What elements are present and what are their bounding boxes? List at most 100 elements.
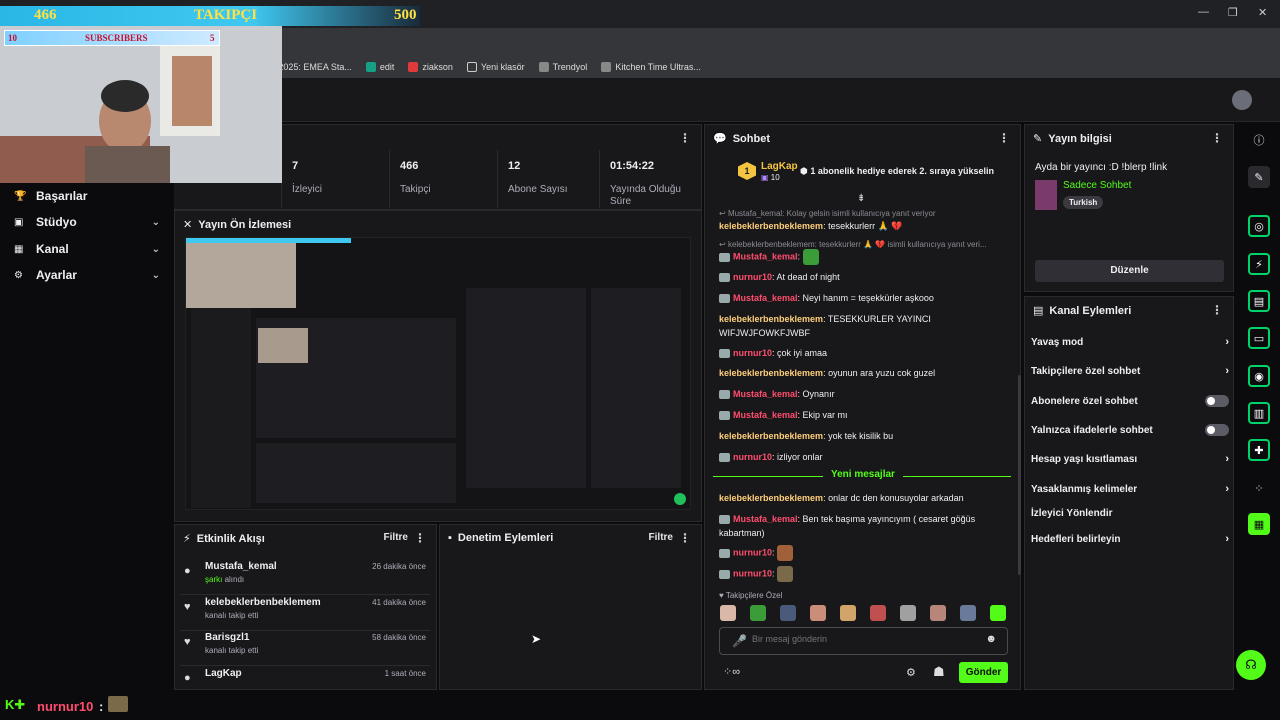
emote-icon[interactable] [870, 605, 886, 621]
chat-input[interactable] [752, 634, 972, 644]
category-name[interactable]: Sadece Sohbet [1063, 180, 1131, 191]
channel-actions-menu-icon[interactable]: ⋮ [1211, 303, 1223, 317]
chevron-right-icon[interactable]: › [1225, 336, 1229, 348]
chat-username[interactable]: kelebeklerbenbeklemem [719, 493, 823, 503]
activity-user[interactable]: LagKap [205, 668, 242, 679]
send-button[interactable]: Gönder [959, 662, 1008, 683]
channel-action-row[interactable]: İzleyici Yönlendir [1031, 508, 1229, 519]
stats-menu-icon[interactable]: ⋮ [679, 131, 691, 145]
chat-username[interactable]: nurnur10 [733, 348, 772, 358]
channel-action-row[interactable]: Hedefleri belirleyin › [1031, 533, 1229, 545]
pencil-icon[interactable]: ✎ [1248, 166, 1270, 188]
activity-item[interactable]: ♥ kelebeklerbenbeklemem 41 dakika önce kana… [180, 597, 430, 631]
points-icon[interactable]: ⁘∞ [723, 665, 740, 678]
emote-icon[interactable] [810, 605, 826, 621]
channel-action-row[interactable]: Yasaklanmış kelimeler › [1031, 483, 1229, 495]
maximize-icon[interactable]: ❐ [1228, 6, 1238, 19]
chat-username[interactable]: nurnur10 [733, 272, 772, 282]
chat-message[interactable]: nurnur10: At dead of night [719, 270, 1011, 284]
chat-settings-icon[interactable]: ⚙ [906, 666, 916, 679]
chevron-right-icon[interactable]: › [1225, 483, 1229, 495]
chat-username[interactable]: nurnur10 [733, 452, 772, 462]
chat-message[interactable]: kelebeklerbenbeklemem: TESEKKURLER YAYIN… [719, 312, 1011, 340]
chat-message[interactable]: nurnur10: [719, 566, 1011, 582]
bookmark-item[interactable]: edit [365, 62, 394, 72]
activity-menu-icon[interactable]: ⋮ [414, 531, 426, 545]
emote-icon[interactable] [780, 605, 796, 621]
activity-item[interactable]: ● LagKap 1 saat önce [180, 668, 430, 690]
chevron-right-icon[interactable]: › [1225, 365, 1229, 377]
chat-username[interactable]: Mustafa_kemal [733, 410, 798, 420]
activity-filter-button[interactable]: Filtre [384, 532, 408, 543]
minimize-icon[interactable]: — [1198, 6, 1209, 18]
lightning-icon[interactable]: ⚡ [1248, 253, 1270, 275]
chat-message[interactable]: Mustafa_kemal: Oynanır [719, 387, 1011, 401]
moderation-menu-icon[interactable]: ⋮ [679, 531, 691, 545]
chat-username[interactable]: kelebeklerbenbeklemem [719, 431, 823, 441]
emote-icon[interactable] [990, 605, 1006, 621]
chat-username[interactable]: nurnur10 [733, 547, 772, 557]
chat-username[interactable]: kelebeklerbenbeklemem [719, 314, 823, 324]
sidebar-item-2[interactable]: ▦ Kanal ⌄ [14, 242, 160, 256]
collapse-icon[interactable]: ⇟ [857, 193, 865, 204]
pinned-user[interactable]: LagKap [761, 161, 798, 172]
emoji-icon[interactable]: ☻ [985, 633, 997, 645]
chat-input-box[interactable]: 🎤 ☻ [719, 627, 1008, 655]
activity-item[interactable]: ♥ Barisgzl1 58 dakika önce kanalı takip ett… [180, 632, 430, 666]
channel-action-row[interactable]: Yalnızca ifadelerle sohbet [1031, 424, 1229, 436]
chat-username[interactable]: Mustafa_kemal [733, 293, 798, 303]
layout-icon[interactable]: ▥ [1248, 402, 1270, 424]
sidebar-item-0[interactable]: 🏆 Başarılar [14, 189, 160, 203]
clapper-icon[interactable]: ▦ [1248, 513, 1270, 535]
channel-action-row[interactable]: Yavaş mod › [1031, 336, 1229, 348]
chat-message[interactable]: kelebeklerbenbeklemem: oyunun ara yuzu c… [719, 366, 1011, 380]
channel-action-row[interactable]: Abonelere özel sohbet [1031, 395, 1229, 407]
chat-message[interactable]: nurnur10: izliyor onlar [719, 450, 1011, 464]
chevron-right-icon[interactable]: › [1225, 533, 1229, 545]
emote-icon[interactable] [930, 605, 946, 621]
activity-user[interactable]: kelebeklerbenbeklemem [205, 597, 321, 608]
chat-username[interactable]: kelebeklerbenbeklemem [719, 368, 823, 378]
user-avatar[interactable] [1232, 90, 1252, 110]
chat-message[interactable]: Mustafa_kemal: [719, 249, 1011, 265]
emote-icon[interactable] [840, 605, 856, 621]
toggle-switch[interactable] [1205, 395, 1229, 407]
microphone-icon[interactable]: 🎤 [732, 634, 747, 648]
chat-username[interactable]: Mustafa_kemal [733, 389, 798, 399]
bookmark-item[interactable]: Yeni klasör [466, 62, 525, 72]
chevron-right-icon[interactable]: › [1225, 453, 1229, 465]
close-icon[interactable]: ✕ [1258, 6, 1267, 19]
chat-message[interactable]: nurnur10: [719, 545, 1011, 561]
chat-username[interactable]: kelebeklerbenbeklemem [719, 221, 823, 231]
sidebar-item-1[interactable]: ▣ Stüdyo ⌄ [14, 215, 160, 229]
emote-icon[interactable] [960, 605, 976, 621]
chat-message[interactable]: kelebeklerbenbeklemem: onlar dc den konu… [719, 491, 1011, 505]
chat-message[interactable]: nurnur10: çok iyi amaa [719, 346, 1011, 360]
chat-message[interactable]: Mustafa_kemal: Ben tek başıma yayıncıyım… [719, 512, 1011, 540]
channel-action-row[interactable]: Hesap yaşı kısıtlaması › [1031, 453, 1229, 465]
chat-bubble-icon[interactable]: ▭ [1248, 327, 1270, 349]
bot-icon[interactable]: ☗ [933, 664, 945, 680]
chat-message[interactable]: Mustafa_kemal: Neyi hanım = teşekkürler … [719, 291, 1011, 305]
broadcast-icon[interactable]: ◉ [1248, 365, 1270, 387]
moderation-filter-button[interactable]: Filtre [649, 532, 673, 543]
bookmark-item[interactable]: ziakson [408, 62, 453, 72]
bookmark-item[interactable]: Kitchen Time Ultras... [601, 62, 701, 72]
activity-user[interactable]: Barisgzl1 [205, 632, 249, 643]
points-icon[interactable]: ⁘ [1248, 477, 1270, 499]
chat-username[interactable]: Mustafa_kemal [733, 514, 798, 524]
chevron-down-icon[interactable]: ⌄ [152, 270, 160, 281]
chat-message[interactable]: Mustafa_kemal: Ekip var mı [719, 408, 1011, 422]
stream-info-menu-icon[interactable]: ⋮ [1211, 131, 1223, 145]
target-icon[interactable]: ◎ [1248, 215, 1270, 237]
chat-username[interactable]: nurnur10 [733, 568, 772, 578]
edit-button[interactable]: Düzenle [1035, 260, 1224, 282]
clipboard-icon[interactable]: ▤ [1248, 290, 1270, 312]
activity-item[interactable]: ● Mustafa_kemal 26 dakika önce şarkı alındı [180, 561, 430, 595]
chat-scrollbar[interactable] [1018, 375, 1021, 575]
chat-username[interactable]: Mustafa_kemal [733, 251, 798, 261]
info-icon[interactable]: ⓘ [1248, 129, 1270, 151]
bookmark-item[interactable]: Trendyol [538, 62, 587, 72]
support-icon[interactable]: ☊ [1236, 650, 1266, 680]
channel-action-row[interactable]: Takipçilere özel sohbet › [1031, 365, 1229, 377]
